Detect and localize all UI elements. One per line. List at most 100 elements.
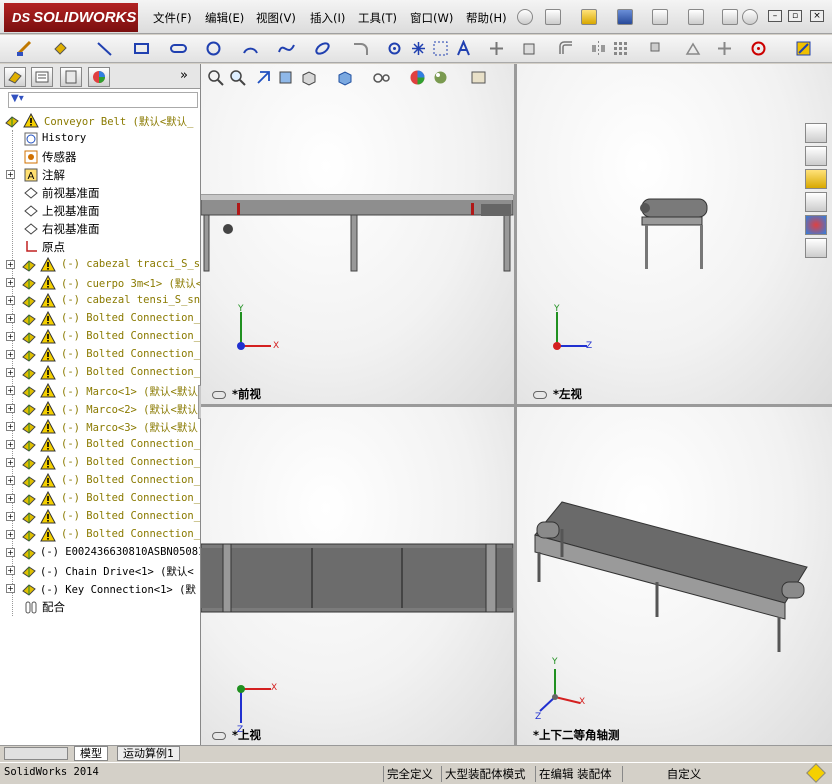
tree-item[interactable]: + (-) Bolted Connection_4 [0,490,200,508]
expand-icon[interactable]: + [6,278,15,287]
menu-window[interactable]: 窗口(W) [410,10,453,26]
mirror-icon[interactable] [590,40,607,57]
menu-tools[interactable]: 工具(T) [358,10,397,26]
trim-icon[interactable] [488,40,505,57]
design-library-icon[interactable] [805,146,827,166]
tree-item[interactable]: + (-) Bolted Connection_3 [0,346,200,364]
viewport-front[interactable]: Y X *前视 [201,64,514,404]
ellipse-icon[interactable] [314,40,331,57]
open-folder-icon[interactable] [581,9,597,25]
display-relations-icon[interactable] [685,40,702,57]
apply-scene-icon[interactable] [432,69,449,86]
section-view-icon[interactable] [277,69,294,86]
expand-icon[interactable]: + [6,548,15,557]
expand-icon[interactable]: + [6,368,15,377]
custom-properties-icon[interactable] [805,238,827,258]
configuration-manager-tab-icon[interactable] [60,67,82,87]
tree-item[interactable]: 传感器 [0,148,200,166]
tree-item[interactable]: 前视基准面 [0,184,200,202]
edit-appearance-icon[interactable] [409,69,426,86]
menu-view[interactable]: 视图(V) [256,10,296,26]
expand-panel-icon[interactable]: » [180,68,188,83]
new-document-icon[interactable] [545,9,561,25]
expand-icon[interactable]: + [6,404,15,413]
tree-item[interactable]: + (-) Bolted Connection_3 [0,454,200,472]
slot-icon[interactable] [170,40,187,57]
tree-item[interactable]: + (-) Bolted Connection_3 [0,436,200,454]
move-entities-icon[interactable] [648,40,665,57]
help-icon[interactable] [742,9,758,25]
expand-icon[interactable]: + [6,314,15,323]
zoom-to-area-icon[interactable] [229,69,246,86]
tree-item[interactable]: 右视基准面 [0,220,200,238]
arc-icon[interactable] [242,40,259,57]
menu-help[interactable]: 帮助(H) [466,10,507,26]
appearances-icon[interactable] [805,215,827,235]
tree-item[interactable]: + (-) Key Connection<1> (默 [0,580,200,598]
expand-icon[interactable]: + [6,170,15,179]
quick-snaps-icon[interactable] [750,40,767,57]
convert-entities-icon[interactable] [522,40,539,57]
tree-item[interactable]: 配合 [0,598,200,616]
rapid-sketch-icon[interactable] [795,40,812,57]
tree-item[interactable]: + (-) cuerpo 3m<1> (默认< [0,274,200,292]
solidworks-logo[interactable]: DS SOLIDWORKS [4,3,138,32]
expand-icon[interactable]: + [6,584,15,593]
fillet-icon[interactable] [352,40,369,57]
tree-item[interactable]: + (-) Bolted Connection_3 [0,310,200,328]
rectangle-icon[interactable] [133,40,150,57]
view-settings-icon[interactable] [470,69,487,86]
select-icon[interactable] [722,9,738,25]
view-orientation-icon[interactable] [300,69,322,86]
feature-manager-tab-icon[interactable] [4,67,26,87]
sketch-icon[interactable] [16,40,33,57]
point-icon[interactable] [410,40,427,57]
viewport-left[interactable]: Y Z *左视 [517,64,832,404]
menu-edit[interactable]: 编辑(E) [205,10,244,26]
tab-scroll-buttons[interactable] [4,747,68,760]
tree-root[interactable]: Conveyor Belt (默认<默认_ [0,112,200,130]
tree-filter[interactable]: ▼▾ [8,92,198,108]
view-link-icon[interactable] [533,391,547,399]
grid-icon[interactable] [432,40,449,57]
view-link-icon[interactable] [212,391,226,399]
expand-icon[interactable]: + [6,422,15,431]
property-manager-tab-icon[interactable] [31,67,53,87]
print-icon[interactable] [652,9,668,25]
expand-icon[interactable]: + [6,260,15,269]
tree-item[interactable]: + (-) Chain Drive<1> (默认< [0,562,200,580]
smart-dimension-icon[interactable] [52,40,69,57]
status-units[interactable]: 自定义 [622,766,742,782]
tree-item[interactable]: + (-) Marco<1> (默认<默认 [0,382,200,400]
repair-sketch-icon[interactable] [716,40,733,57]
expand-icon[interactable]: + [6,350,15,359]
file-explorer-icon[interactable] [805,169,827,189]
expand-icon[interactable]: + [6,494,15,503]
tree-item[interactable]: + (-) cabezal tracci_S_sn [0,256,200,274]
save-icon[interactable] [617,9,633,25]
pin-icon[interactable] [517,9,533,25]
viewport-iso[interactable]: Y X Z *上下二等角轴测 [517,407,832,745]
display-manager-tab-icon[interactable] [88,67,110,87]
tree-item[interactable]: + (-) Marco<3> (默认<默认 [0,418,200,436]
tree-item[interactable]: + (-) Bolted Connection_3 [0,364,200,382]
linear-pattern-icon[interactable] [612,40,629,57]
tree-item[interactable]: + (-) Bolted Connection_3 [0,328,200,346]
undo-icon[interactable] [688,9,704,25]
expand-icon[interactable]: + [6,530,15,539]
menu-insert[interactable]: 插入(I) [310,10,345,26]
tab-motion-study[interactable]: 运动算例1 [117,746,180,761]
view-palette-icon[interactable] [805,192,827,212]
expand-icon[interactable]: + [6,476,15,485]
expand-icon[interactable]: + [6,512,15,521]
tree-item[interactable]: 原点 [0,238,200,256]
tree-item[interactable]: + A 注解 [0,166,200,184]
tree-item[interactable]: + (-) Bolted Connection_4 [0,508,200,526]
tree-item[interactable]: 上视基准面 [0,202,200,220]
display-style-icon[interactable] [336,69,358,86]
previous-view-icon[interactable] [255,69,272,86]
tab-model[interactable]: 模型 [74,746,108,761]
circle-icon[interactable] [205,40,222,57]
tree-item[interactable]: + (-) Bolted Connection_4 [0,472,200,490]
hide-show-items-icon[interactable] [371,69,393,86]
